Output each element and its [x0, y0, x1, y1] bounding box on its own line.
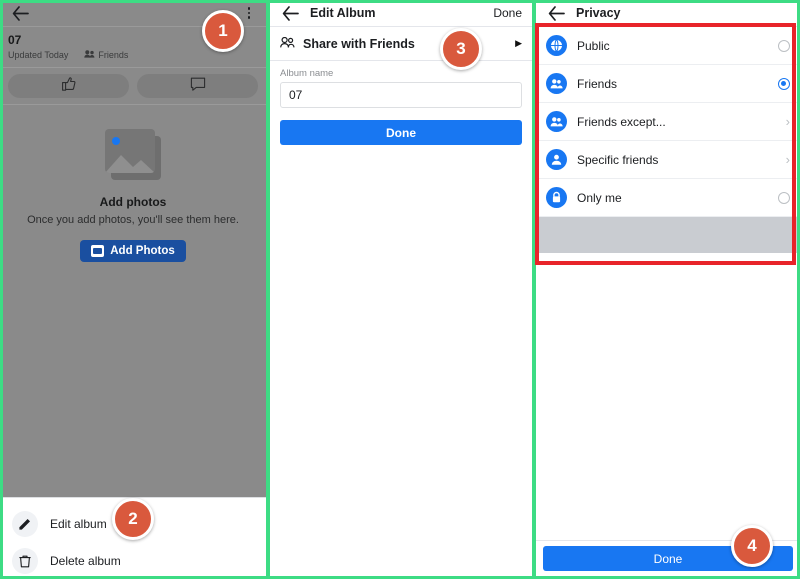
- lock-icon: [546, 187, 567, 208]
- back-arrow-icon[interactable]: [546, 3, 566, 23]
- share-with-label: Share with Friends: [303, 36, 415, 51]
- privacy-panel: Privacy Public Friends Friends except...…: [536, 0, 800, 579]
- album-name-field-group: Album name: [270, 61, 532, 108]
- page-title: Edit Album: [310, 6, 376, 20]
- album-name-input[interactable]: [280, 82, 522, 108]
- done-button[interactable]: Done: [280, 120, 522, 145]
- edit-album-panel: Edit Album Done Share with Friends ▶ Alb…: [270, 0, 532, 579]
- step-badge-4: 4: [731, 525, 773, 567]
- privacy-option-only-me[interactable]: Only me: [536, 179, 800, 217]
- privacy-option-only-me-label: Only me: [577, 190, 622, 205]
- album-updated-text: Updated Today: [8, 50, 69, 60]
- list-footer-placeholder: [536, 217, 800, 253]
- done-link[interactable]: Done: [493, 6, 522, 20]
- album-audience: Friends: [84, 50, 128, 60]
- album-name-label: Album name: [280, 68, 334, 79]
- privacy-option-public-control[interactable]: [778, 39, 790, 52]
- privacy-option-specific-friends-label: Specific friends: [577, 152, 659, 167]
- privacy-option-public-label: Public: [577, 38, 610, 53]
- step-badge-2: 2: [112, 498, 154, 540]
- privacy-top-bar: Privacy: [536, 0, 800, 27]
- globe-icon: [546, 35, 567, 56]
- album-audience-label: Friends: [98, 50, 129, 60]
- panel-divider-1: [266, 0, 270, 579]
- person-icon: [546, 149, 567, 170]
- share-with-row[interactable]: Share with Friends ▶: [270, 27, 532, 61]
- like-button[interactable]: [8, 74, 129, 98]
- chevron-right-icon: ▶: [515, 38, 522, 48]
- empty-state-subtitle: Once you add photos, you'll see them her…: [27, 214, 239, 226]
- kebab-menu-icon[interactable]: [242, 4, 256, 22]
- album-view-panel: 07 Updated Today Friends Add photos Once…: [0, 0, 266, 579]
- edit-album-top-bar: Edit Album Done: [270, 0, 532, 27]
- friends-icon: [546, 73, 567, 94]
- privacy-option-friends-except-control[interactable]: ›: [786, 115, 790, 128]
- step-badge-1: 1: [202, 10, 244, 52]
- back-arrow-icon[interactable]: [280, 3, 300, 23]
- screenshot-canvas: 07 Updated Today Friends Add photos Once…: [0, 0, 800, 579]
- add-photos-button[interactable]: Add Photos: [80, 240, 186, 262]
- trash-icon: [12, 547, 38, 574]
- sheet-item-delete-album[interactable]: Delete album: [0, 542, 266, 579]
- pencil-icon: [12, 510, 38, 537]
- panel-border-left: [0, 0, 3, 579]
- thumbs-up-icon: [61, 76, 77, 97]
- back-arrow-icon[interactable]: [10, 3, 30, 23]
- friends-icon: [546, 111, 567, 132]
- empty-photos-state: Add photos Once you add photos, you'll s…: [0, 105, 266, 508]
- panel-divider-2: [532, 0, 536, 579]
- empty-state-title: Add photos: [99, 195, 167, 209]
- comment-button[interactable]: [137, 74, 258, 98]
- panel-border-top: [0, 0, 800, 3]
- page-title: Privacy: [576, 6, 621, 20]
- privacy-option-friends-except[interactable]: Friends except... ›: [536, 103, 800, 141]
- chevron-right-icon: ›: [785, 152, 790, 167]
- friends-icon: [84, 50, 95, 60]
- privacy-option-friends-label: Friends: [577, 76, 618, 91]
- photo-placeholder-icon: [103, 129, 163, 181]
- step-badge-3: 3: [440, 28, 482, 70]
- privacy-option-specific-friends[interactable]: Specific friends ›: [536, 141, 800, 179]
- album-action-row: [0, 68, 266, 105]
- sheet-item-delete-album-label: Delete album: [50, 553, 121, 568]
- sheet-item-edit-album-label: Edit album: [50, 516, 107, 531]
- privacy-option-friends-control[interactable]: [778, 77, 790, 90]
- privacy-option-friends-except-label: Friends except...: [577, 114, 666, 129]
- privacy-option-only-me-control[interactable]: [778, 191, 790, 204]
- add-photos-button-label: Add Photos: [110, 245, 175, 257]
- comment-icon: [190, 76, 206, 97]
- friends-icon: [280, 35, 295, 53]
- privacy-options-list: Public Friends Friends except... › Speci…: [536, 27, 800, 253]
- photo-icon: [91, 245, 105, 257]
- privacy-option-specific-friends-control[interactable]: ›: [786, 153, 790, 166]
- privacy-option-public[interactable]: Public: [536, 27, 800, 65]
- chevron-right-icon: ›: [785, 114, 790, 129]
- privacy-option-friends[interactable]: Friends: [536, 65, 800, 103]
